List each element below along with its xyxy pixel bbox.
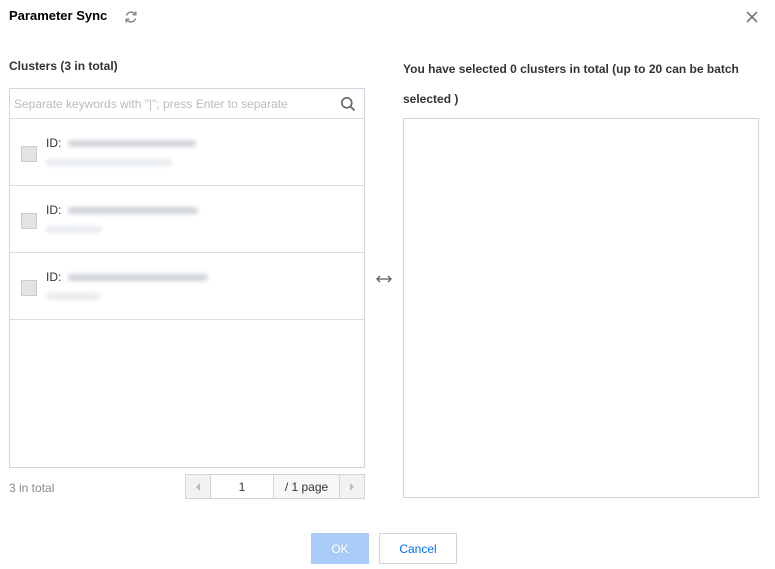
cluster-id-label: ID: bbox=[46, 203, 62, 217]
cluster-id-label: ID: bbox=[46, 136, 62, 150]
search-bar bbox=[10, 89, 364, 119]
cluster-row[interactable]: ID: bbox=[10, 119, 364, 186]
close-icon[interactable] bbox=[744, 9, 760, 25]
parameter-sync-dialog: Parameter Sync Clusters (3 in total) You… bbox=[0, 0, 775, 569]
selected-heading: You have selected 0 clusters in total (u… bbox=[403, 62, 739, 106]
cluster-row[interactable]: ID: bbox=[10, 186, 364, 253]
caret-right-icon bbox=[350, 482, 354, 491]
dialog-title: Parameter Sync bbox=[9, 8, 108, 23]
prev-page-button[interactable] bbox=[186, 475, 211, 498]
next-page-button[interactable] bbox=[339, 475, 364, 498]
search-icon[interactable] bbox=[340, 96, 356, 112]
page-total: / 1 page bbox=[274, 475, 339, 498]
ok-button[interactable]: OK bbox=[311, 533, 369, 564]
cluster-list-panel: ID: ID: ID: bbox=[9, 88, 365, 468]
cluster-row[interactable]: ID: bbox=[10, 253, 364, 320]
refresh-icon[interactable] bbox=[123, 9, 139, 25]
transfer-arrows-icon bbox=[376, 275, 392, 283]
redacted-cluster-id bbox=[68, 207, 198, 214]
redacted-cluster-name bbox=[46, 293, 100, 300]
redacted-cluster-id bbox=[68, 140, 196, 147]
cluster-checkbox[interactable] bbox=[21, 280, 37, 296]
total-count: 3 in total bbox=[9, 481, 55, 495]
caret-left-icon bbox=[196, 482, 200, 491]
cluster-id-label: ID: bbox=[46, 270, 62, 284]
cluster-checkbox[interactable] bbox=[21, 213, 37, 229]
page-number-input[interactable] bbox=[211, 475, 274, 498]
redacted-cluster-name bbox=[46, 159, 172, 166]
selected-list-panel bbox=[403, 118, 759, 498]
cluster-checkbox[interactable] bbox=[21, 146, 37, 162]
redacted-cluster-id bbox=[68, 274, 208, 281]
pagination: / 1 page bbox=[185, 474, 365, 499]
clusters-heading: Clusters (3 in total) bbox=[9, 59, 118, 73]
search-input[interactable] bbox=[10, 89, 330, 118]
cancel-button[interactable]: Cancel bbox=[379, 533, 457, 564]
redacted-cluster-name bbox=[46, 226, 102, 233]
